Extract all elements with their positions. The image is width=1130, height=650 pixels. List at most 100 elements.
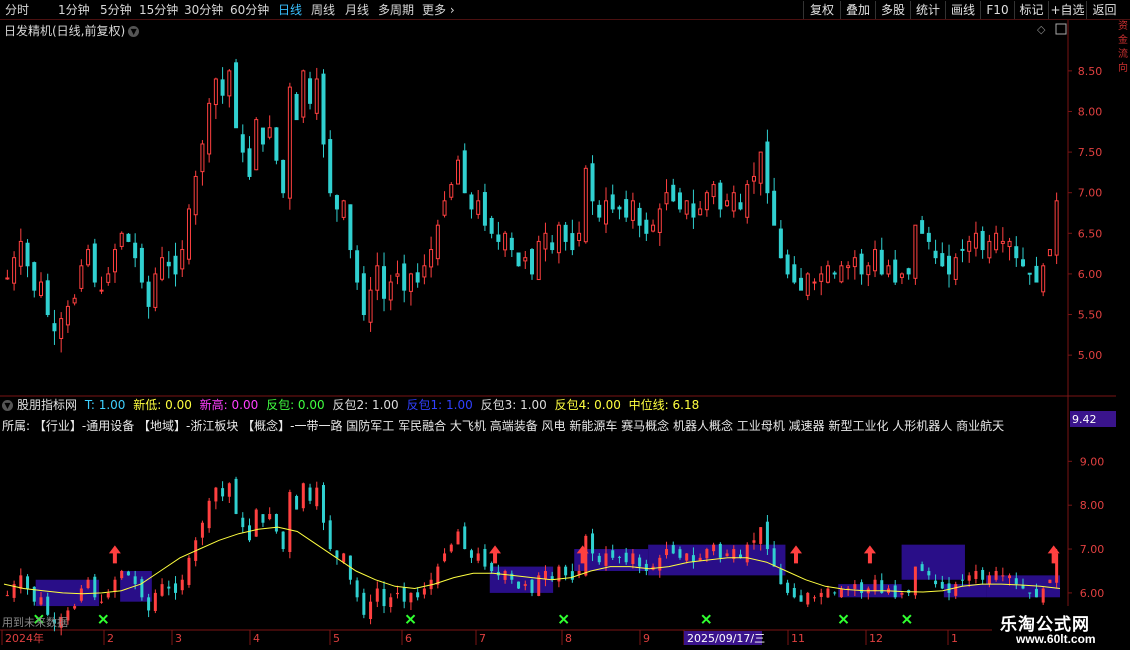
ind-candle-body [718,543,722,558]
signal-zone-box [648,544,786,576]
ind-candle-body [665,549,669,556]
ind-candle-body [954,584,958,596]
ind-candle-body [967,575,971,581]
candle-body [704,192,709,211]
ind-candle-body [19,575,23,589]
ind-candle-body [1041,588,1045,603]
sell-x-icon [558,614,569,624]
ind-candle-body [200,522,204,538]
ind-candle-body [295,496,299,510]
candle-body [1034,265,1039,283]
ind-candle-body [328,520,332,550]
ind-candle-body [469,550,473,558]
candle-body [852,257,857,268]
candle-body [334,195,339,210]
candle-body [691,203,696,218]
ind-candle-body [570,571,574,580]
time-label: 1 [951,632,958,645]
candle-body [711,184,716,198]
candle-body [805,273,810,296]
window-controls: ◇ [1037,23,1067,36]
legend-item: 反包: 0.00 [266,398,325,412]
candle-body [630,200,635,221]
ind-candle-body [833,592,837,594]
maximize-icon[interactable] [1055,23,1067,35]
time-label: 2 [107,632,114,645]
candle-body [994,232,999,251]
candle-body [866,265,871,276]
chart-canvas[interactable]: 8.50 8.00 7.50 7.00 6.50 6.00 5.50 5.00 9.00 8.0… [0,0,1130,650]
ind-candle-body [79,588,83,601]
indicator-tick-label: 9.00 [1080,455,1105,468]
ind-candle-body [725,553,729,557]
candle-body [220,79,225,96]
ind-candle-body [234,478,238,514]
ind-candle-body [167,586,171,589]
candle-body [254,119,259,171]
ind-candle-body [254,509,258,537]
ind-candle-body [362,592,366,615]
ind-candle-body [523,584,527,586]
price-tick-label: 6.50 [1078,227,1103,240]
ind-candle-body [106,592,110,598]
candle-body [402,263,407,291]
ind-candle-body [248,525,252,541]
ind-candle-body [705,549,709,559]
ind-candle-body [974,570,978,579]
ind-candle-body [644,563,648,571]
indicator-name[interactable]: 股朋指标网 [17,398,77,412]
ind-candle-body [510,573,514,580]
ind-candle-body [779,568,783,585]
candle-body [839,265,844,283]
ind-candle-body [927,571,931,576]
indicator-chevron-icon[interactable]: ▼ [2,400,13,411]
ind-candle-body [826,588,830,598]
ind-candle-body [860,582,864,593]
candle-body [45,280,50,316]
candle-body [173,255,178,275]
ind-candle-body [227,483,231,497]
candle-body [859,253,864,275]
candle-body [234,62,239,129]
legend-item: 反包4: 0.00 [554,398,621,412]
ind-candle-body [685,553,689,561]
ind-candle-body [772,548,776,567]
time-label: 4 [253,632,260,645]
ind-candle-body [113,579,117,592]
ind-candle-body [321,485,325,523]
candle-body [597,204,602,218]
ind-candle-body [395,592,399,595]
candle-body [281,159,286,194]
candle-body [1054,200,1059,256]
candle-body [1041,265,1046,293]
ind-candle-body [799,595,803,602]
candle-body [812,281,817,284]
ind-candle-body [281,531,285,550]
candle-body [429,249,434,268]
ind-candle-body [268,513,272,520]
time-label: 2025/09/17/三 [687,632,765,645]
candle-body [462,150,467,194]
diamond-icon: ◇ [1037,23,1046,36]
candle-body [947,255,952,275]
price-tick-label: 8.50 [1078,65,1103,78]
ind-candle-body [39,597,43,605]
ind-candle-body [1001,575,1005,577]
candle-body [523,257,528,262]
candle-body [516,252,521,267]
candle-body [543,232,548,250]
candle-body [348,204,353,251]
candle-body [570,233,575,251]
ind-candle-body [564,566,568,576]
ind-candle-body [786,582,790,593]
candle-body [657,208,662,233]
candle-body [86,249,91,266]
side-strip[interactable]: 资金流向 [1116,20,1130,396]
ind-candle-body [301,483,305,509]
ind-candle-body [449,544,453,552]
buy-arrow-icon [863,545,876,564]
candle-body [980,230,985,251]
ind-candle-body [503,570,507,580]
legend-item: 新高: 0.00 [199,398,259,412]
candle-body [415,272,420,283]
